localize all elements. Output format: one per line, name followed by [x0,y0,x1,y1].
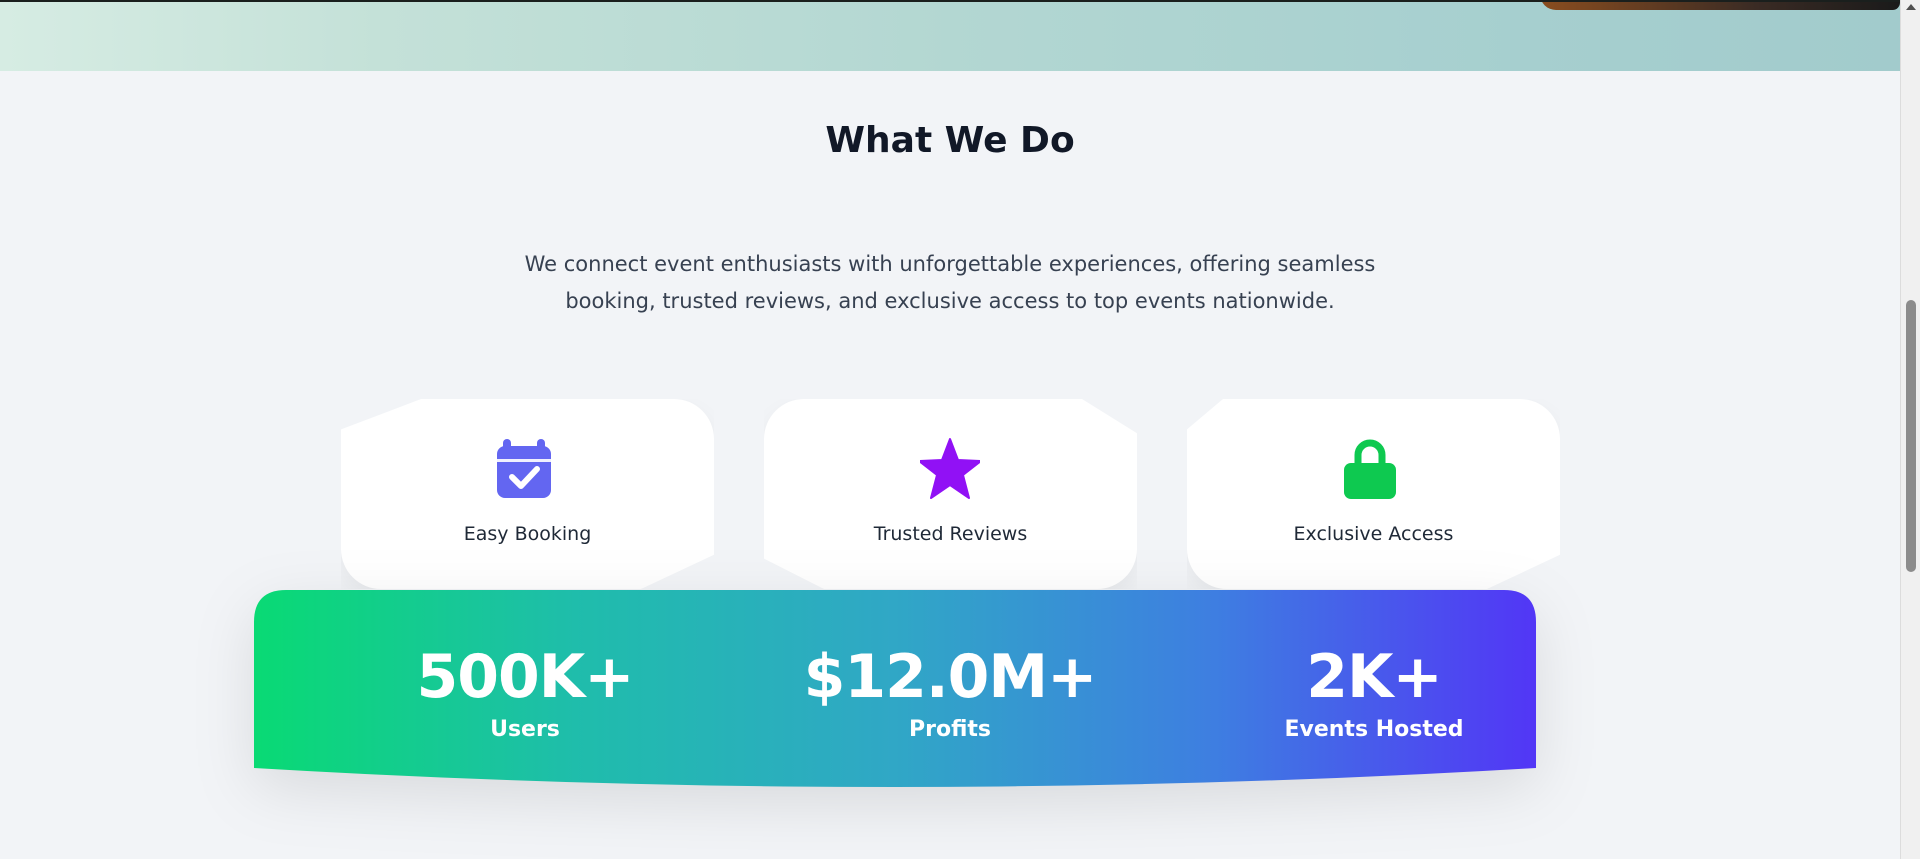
stat-events-hosted: 2K+ Events Hosted [1204,642,1544,744]
hero-image-object [1540,2,1900,10]
scrollbar-thumb[interactable] [1906,300,1916,572]
feature-card-easy-booking: Easy Booking [341,399,714,589]
vertical-scrollbar[interactable] [1900,0,1920,859]
page: What We Do We connect event enthusiasts … [0,0,1920,859]
stat-value: 2K+ [1306,642,1443,712]
section-description: We connect event enthusiasts with unforg… [524,252,1376,313]
stat-label: Users [490,717,560,742]
lock-icon [1344,439,1396,499]
scroll-up-arrow-icon[interactable] [1906,4,1916,10]
stat-value: $12.0M+ [803,642,1098,712]
stat-profits: $12.0M+ Profits [780,642,1120,744]
stats-banner: 500K+ Users $12.0M+ Profits 2K+ Events H… [254,590,1592,790]
stat-label: Profits [908,717,991,742]
feature-card-trusted-reviews: Trusted Reviews [764,399,1137,589]
feature-label: Exclusive Access [1293,523,1454,545]
calendar-check-icon [497,439,551,498]
feature-label: Easy Booking [463,523,592,545]
star-icon [920,438,980,499]
hero-image-bottom [0,0,1900,71]
stat-value: 500K+ [416,642,634,712]
feature-card-exclusive-access: Exclusive Access [1187,399,1560,589]
section-title: What We Do [825,120,1075,161]
feature-label: Trusted Reviews [873,523,1028,545]
stat-label: Events Hosted [1284,717,1464,742]
stat-users: 500K+ Users [355,642,695,744]
